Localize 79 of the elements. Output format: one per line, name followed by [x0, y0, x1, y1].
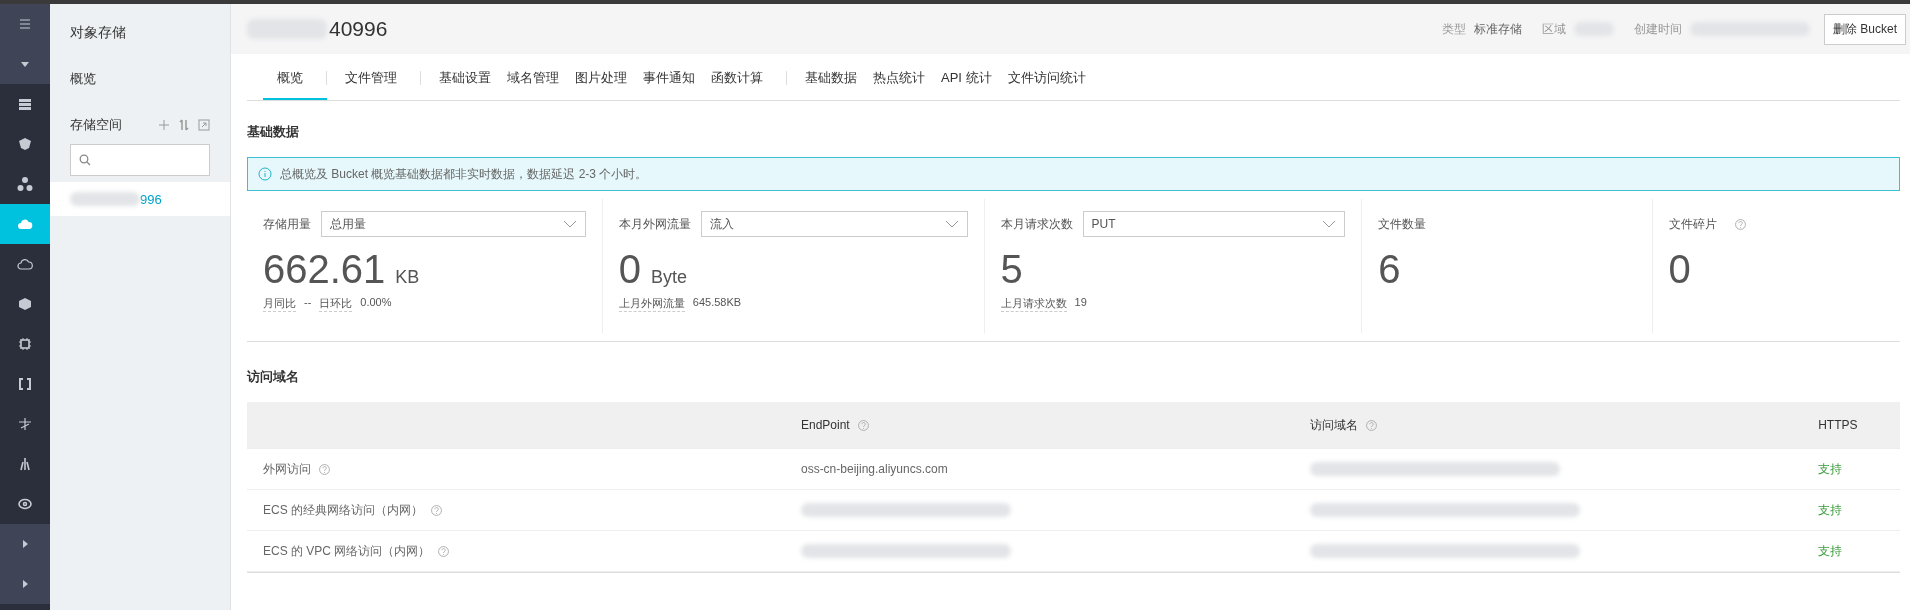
table-cell: 支持: [1818, 460, 1843, 478]
bracket-icon: [17, 376, 33, 392]
footer-value: 645.58KB: [692, 296, 742, 310]
search-field[interactable]: [70, 144, 210, 176]
plus-icon[interactable]: [158, 119, 170, 131]
footer-value: 19: [1074, 296, 1087, 310]
table-cell: ECS 的 VPC 网络访问（内网）: [263, 542, 431, 560]
tab[interactable]: 文件访问统计: [999, 58, 1094, 100]
help-icon[interactable]: [1734, 218, 1746, 230]
delete-button[interactable]: 删除 Bucket: [1823, 13, 1906, 45]
table-cell: 支持: [1818, 542, 1843, 560]
ring-icon: [17, 496, 33, 512]
blurred-text: [70, 192, 140, 206]
sort-icon[interactable]: [178, 119, 190, 131]
meta-label: 区域: [1541, 20, 1566, 38]
bucket-title: 40996: [247, 17, 388, 41]
column-header: HTTPS: [1818, 418, 1858, 432]
table-cell: 支持: [1818, 501, 1843, 519]
help-icon[interactable]: [319, 463, 330, 475]
meta-label: 创建时间: [1633, 20, 1682, 38]
table-cell: oss-cn-beijing.aliyuncs.com: [800, 462, 948, 476]
help-icon[interactable]: [431, 504, 442, 516]
footer-value: 0.00%: [360, 296, 392, 310]
stat-label: 本月外网流量: [618, 215, 691, 233]
chevron-down-icon: [562, 220, 577, 228]
select-field[interactable]: 总用量: [321, 211, 586, 237]
tab[interactable]: 图片处理: [567, 58, 635, 100]
stat-value: 5: [1000, 247, 1023, 292]
table-cell: ECS 的经典网络访问（内网）: [263, 501, 423, 519]
tab[interactable]: 事件通知: [635, 58, 703, 100]
stat-value: 6: [1378, 247, 1401, 292]
footer-label: 上月外网流量: [618, 296, 685, 312]
cube-icon: [17, 296, 33, 312]
tab[interactable]: 热点统计: [865, 58, 933, 100]
footer-label: 日环比: [319, 296, 353, 312]
shield-icon: [17, 136, 33, 152]
tower-icon: [17, 456, 33, 472]
stat-label: 本月请求次数: [1000, 215, 1073, 233]
stat-label: 文件数量: [1378, 215, 1427, 233]
info-icon: [258, 167, 272, 181]
help-icon[interactable]: [438, 545, 450, 557]
select-field[interactable]: 流入: [700, 211, 968, 237]
stat-unit: KB: [395, 267, 420, 288]
footer-value: --: [304, 296, 312, 310]
stat-label: 文件碎片: [1668, 215, 1717, 233]
stat-value: 662.61: [263, 247, 386, 292]
stat-label: 存储用量: [263, 215, 311, 233]
column-header: EndPoint: [800, 418, 850, 432]
chevron-down-icon: [944, 220, 959, 228]
stat-unit: Byte: [651, 267, 688, 288]
section-label: 存储空间: [70, 116, 122, 134]
select-field[interactable]: PUT: [1082, 211, 1346, 237]
search-icon: [79, 154, 91, 166]
tab[interactable]: 基础数据: [797, 58, 865, 100]
tab[interactable]: 域名管理: [499, 58, 567, 100]
sidebar-title: 对象存储: [69, 23, 127, 42]
footer-label: 月同比: [263, 296, 296, 312]
chevron-down-icon: [1322, 220, 1337, 228]
overview-link[interactable]: 概览: [50, 58, 230, 100]
table-cell: 外网访问: [263, 460, 311, 478]
help-icon[interactable]: [857, 419, 869, 431]
meta-value: 标准存储: [1473, 20, 1522, 38]
help-icon[interactable]: [1365, 419, 1377, 431]
nodes-icon: [17, 176, 33, 192]
chip-icon: [17, 336, 33, 352]
footer-label: 上月请求次数: [1000, 296, 1067, 312]
expand-icon[interactable]: [198, 119, 210, 131]
stat-value: 0: [618, 247, 642, 292]
server-icon: [17, 96, 33, 112]
menu-icon: [17, 16, 33, 32]
stat-value: 0: [1668, 247, 1691, 292]
section-title: 基础数据: [247, 123, 300, 141]
notice-text: 总概览及 Bucket 概览基础数据都非实时数据，数据延迟 2-3 个小时。: [280, 165, 648, 183]
section-title: 访问域名: [247, 368, 300, 386]
column-header: 访问域名: [1309, 416, 1358, 434]
tab[interactable]: 基础设置: [431, 58, 499, 100]
tab[interactable]: API 统计: [933, 58, 1000, 100]
cloud-outline-icon: [17, 256, 33, 272]
meta-label: 类型: [1441, 20, 1466, 38]
